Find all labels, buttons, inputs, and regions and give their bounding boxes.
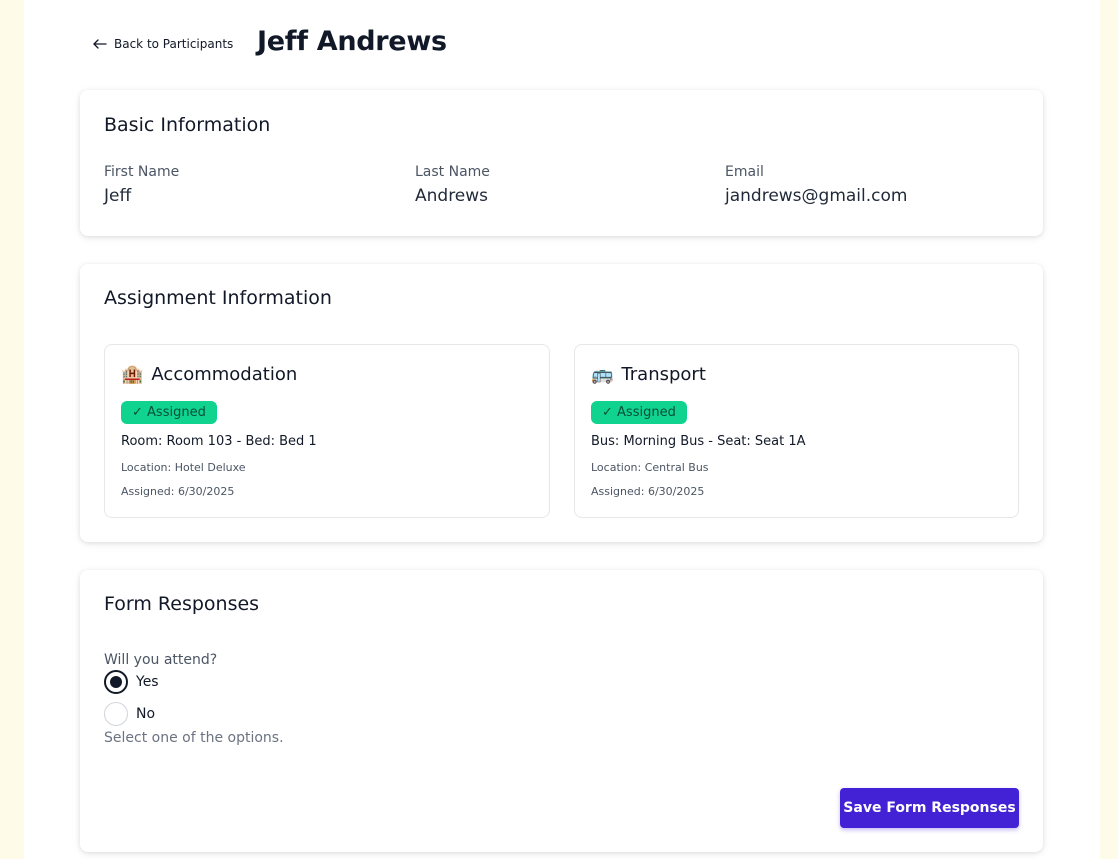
attend-yes-radio[interactable] [104,670,128,694]
assignment-information-card: Assignment Information 🏨 Accommodation ✓… [80,264,1043,542]
accommodation-location: Location: Hotel Deluxe [121,461,246,474]
email-label: Email [725,164,764,180]
accommodation-header: 🏨 Accommodation [121,364,297,385]
transport-location: Location: Central Bus [591,461,709,474]
last-name-field: Last Name Andrews [415,164,490,206]
participant-detail-page: Back to Participants Jeff Andrews Basic … [24,0,1100,859]
form-responses-title: Form Responses [104,593,260,615]
bus-icon: 🚌 [591,363,614,385]
last-name-label: Last Name [415,164,490,180]
transport-title: Transport [621,364,706,385]
radio-selected-dot [110,676,122,688]
page-header: Back to Participants Jeff Andrews [24,0,1100,90]
first-name-label: First Name [104,164,180,180]
form-responses-card: Form Responses Will you attend? Yes No S… [80,570,1043,852]
first-name-field: First Name Jeff [104,164,179,206]
basic-information-card: Basic Information First Name Jeff Last N… [80,90,1043,236]
back-link-label: Back to Participants [114,37,234,51]
page-title: Jeff Andrews [257,26,447,57]
transport-box: 🚌 Transport ✓ Assigned Bus: Morning Bus … [574,344,1019,518]
attend-no-radio[interactable] [104,702,128,726]
accommodation-status-badge: ✓ Assigned [121,401,217,424]
last-name-value: Andrews [415,186,489,206]
transport-assigned-date: Assigned: 6/30/2025 [591,485,705,498]
attend-yes-option[interactable]: Yes [104,670,159,694]
email-field: Email jandrews@gmail.com [725,164,907,206]
attendance-hint-text: Select one of the options. [104,730,284,746]
accommodation-box: 🏨 Accommodation ✓ Assigned Room: Room 10… [104,344,550,518]
attend-yes-label: Yes [136,674,159,690]
arrow-left-icon [93,39,107,49]
attend-no-option[interactable]: No [104,702,155,726]
email-value: jandrews@gmail.com [725,186,908,206]
accommodation-room-detail: Room: Room 103 - Bed: Bed 1 [121,434,317,449]
basic-information-title: Basic Information [104,114,271,136]
first-name-value: Jeff [104,186,132,206]
save-form-responses-button[interactable]: Save Form Responses [840,788,1019,828]
attend-no-label: No [136,706,156,722]
transport-header: 🚌 Transport [591,364,706,385]
accommodation-assigned-date: Assigned: 6/30/2025 [121,485,235,498]
hotel-icon: 🏨 [121,363,144,385]
back-to-participants-link[interactable]: Back to Participants [92,36,233,52]
attendance-question-label: Will you attend? [104,652,218,668]
transport-seat-detail: Bus: Morning Bus - Seat: Seat 1A [591,434,806,449]
accommodation-title: Accommodation [151,364,298,385]
assignment-information-title: Assignment Information [104,287,332,309]
transport-status-badge: ✓ Assigned [591,401,687,424]
